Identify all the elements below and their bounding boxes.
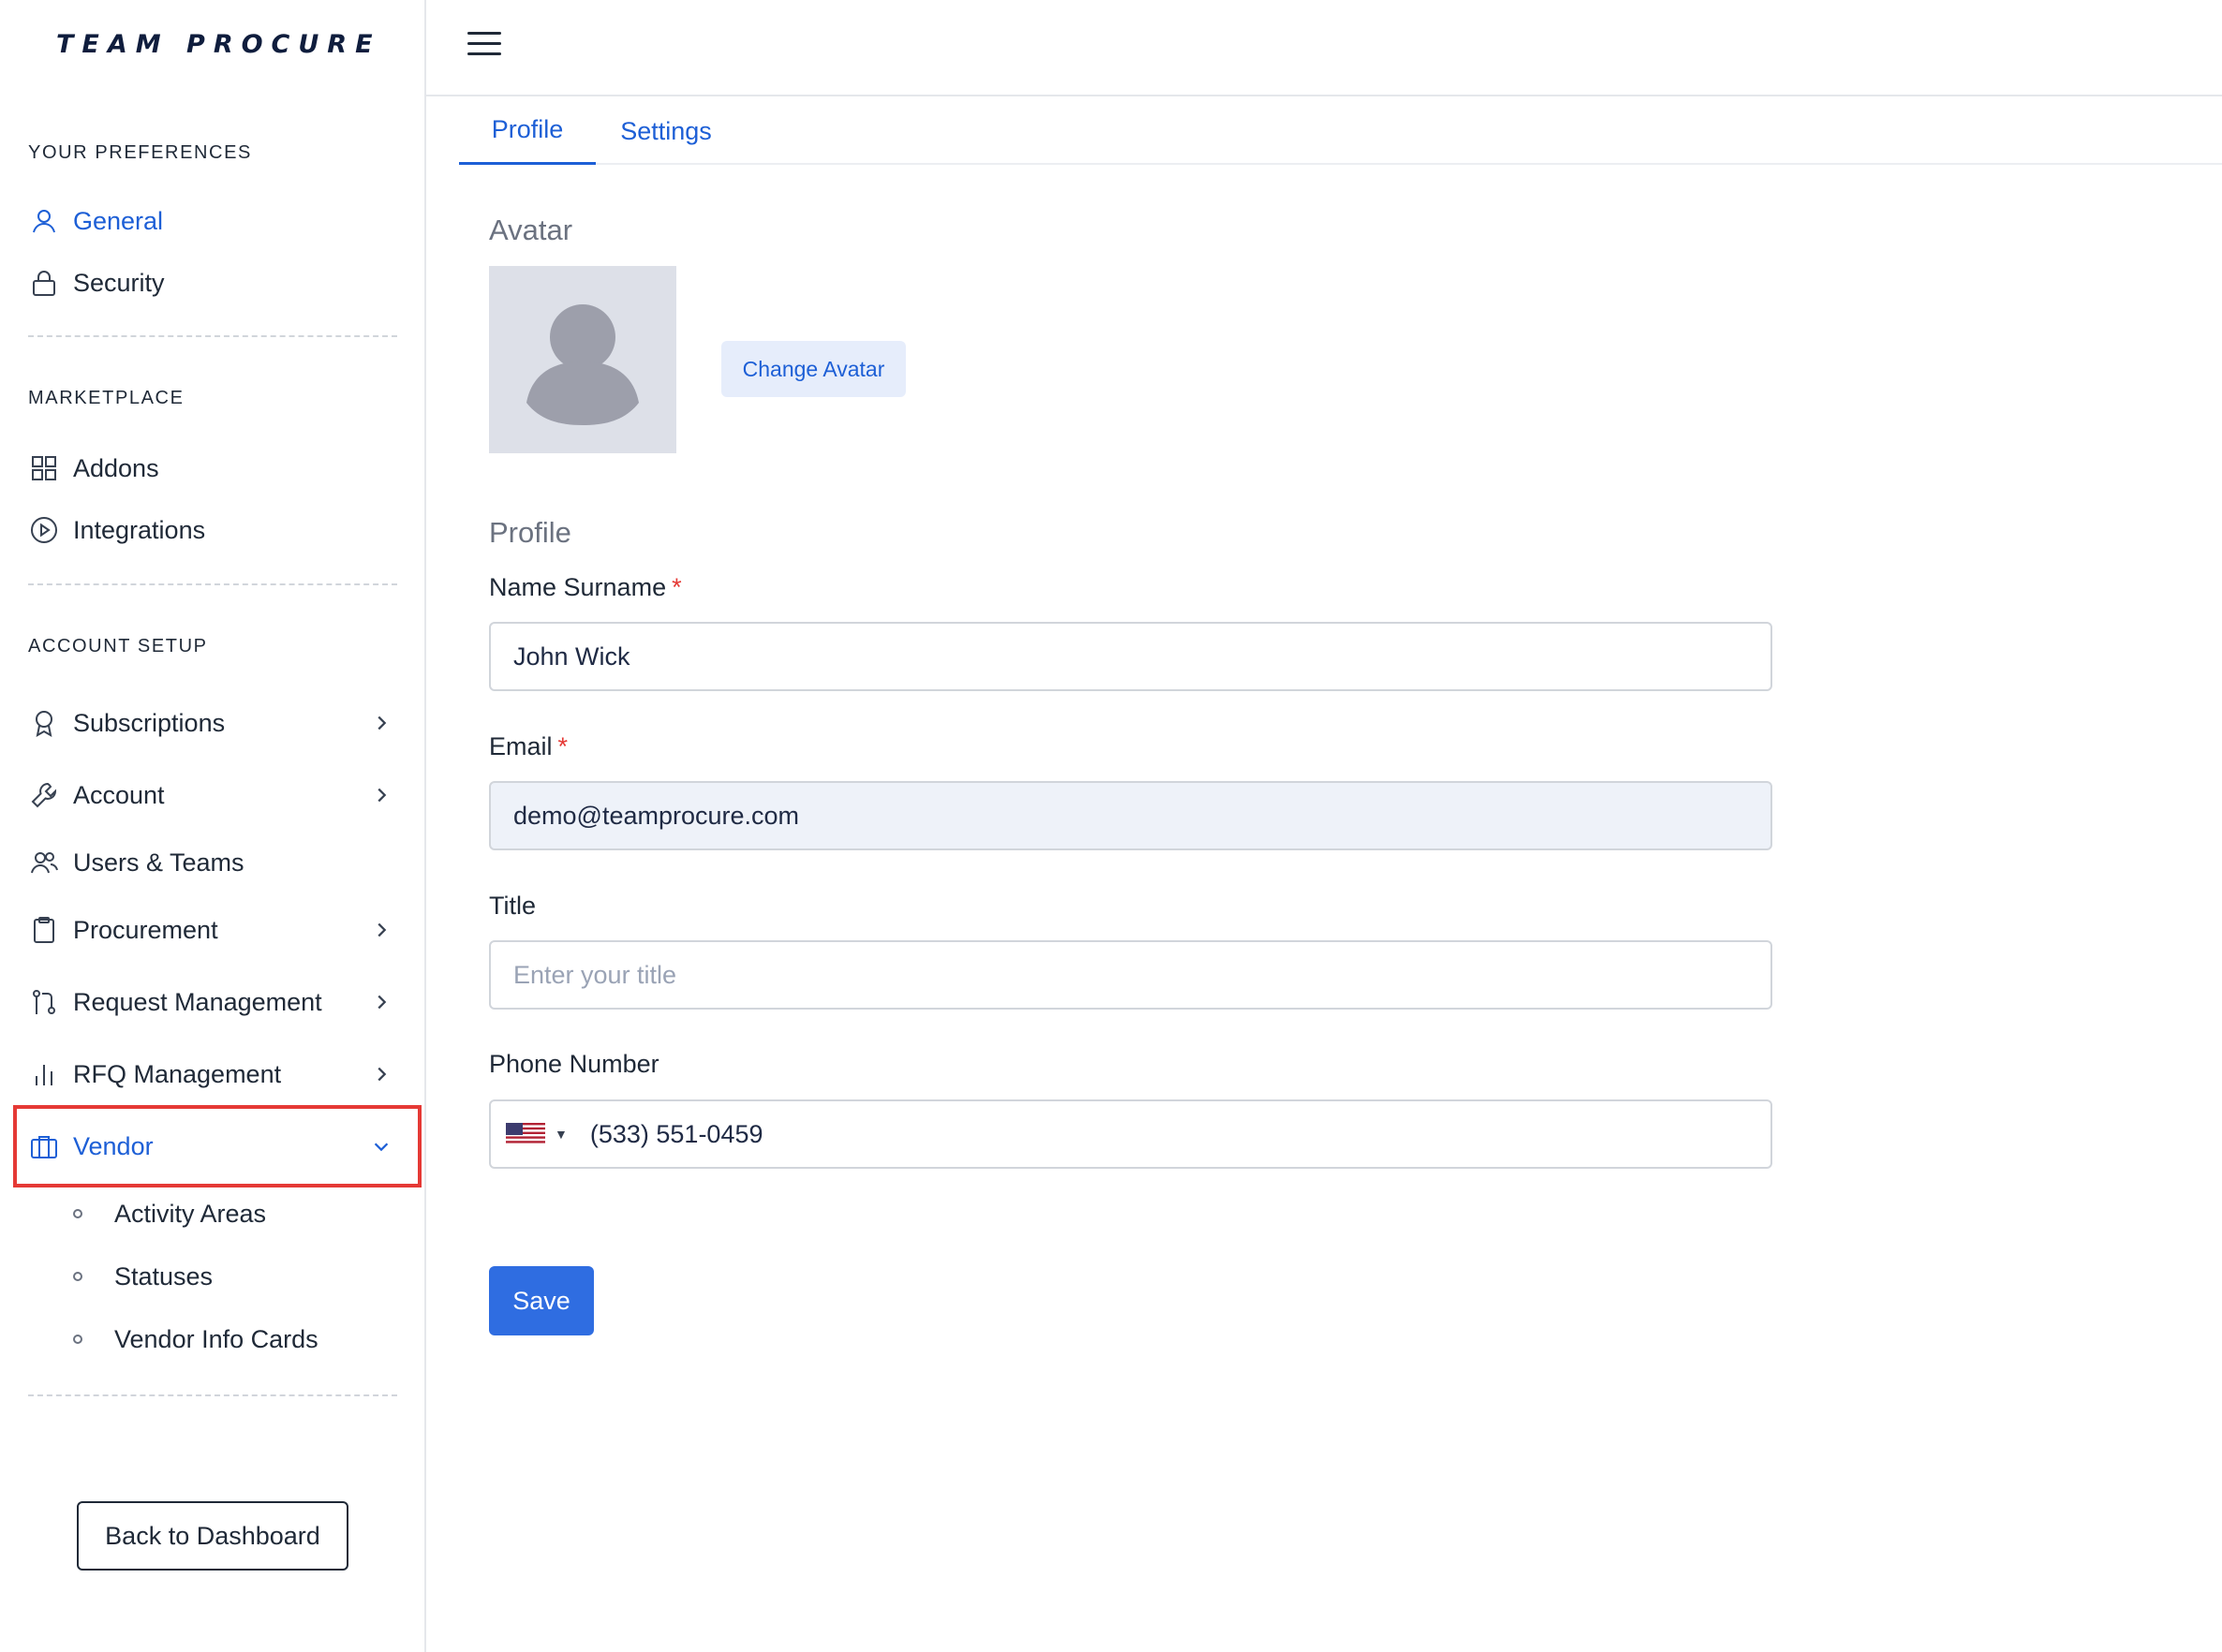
chevron-right-icon xyxy=(369,783,393,807)
name-label-text: Name Surname xyxy=(489,573,667,601)
sidebar-subitem-statuses[interactable]: Statuses xyxy=(73,1256,213,1297)
sidebar-item-label: Procurement xyxy=(73,915,218,944)
brand-logo: TEAM PROCURE xyxy=(56,30,381,59)
sidebar-item-label: Integrations xyxy=(73,515,206,544)
sidebar-item-addons[interactable]: Addons xyxy=(28,446,397,491)
play-circle-icon xyxy=(28,514,60,546)
chevron-right-icon xyxy=(369,711,393,735)
user-icon xyxy=(28,205,60,237)
name-label: Name Surname * xyxy=(489,573,682,602)
lock-icon xyxy=(28,267,60,299)
sidebar-item-request-management[interactable]: Request Management xyxy=(28,980,397,1025)
sidebar-item-label: General xyxy=(73,206,164,235)
tab-profile[interactable]: Profile xyxy=(459,97,596,165)
grid-icon xyxy=(28,452,60,484)
sidebar-item-integrations[interactable]: Integrations xyxy=(28,508,397,553)
wrench-icon xyxy=(28,779,60,811)
sidebar-item-label: Addons xyxy=(73,453,159,482)
divider xyxy=(28,1394,397,1396)
phone-label: Phone Number xyxy=(489,1050,659,1078)
required-mark: * xyxy=(672,573,682,601)
sidebar-item-rfq-management[interactable]: RFQ Management xyxy=(28,1052,397,1097)
section-title-marketplace: MARKETPLACE xyxy=(28,388,185,408)
save-button[interactable]: Save xyxy=(489,1266,594,1335)
sidebar-subitem-label: Vendor Info Cards xyxy=(114,1324,318,1353)
app: TEAM PROCURE YOUR PREFERENCES General Se… xyxy=(0,0,2222,1652)
caret-down-icon: ▼ xyxy=(555,1127,568,1142)
sidebar-item-subscriptions[interactable]: Subscriptions xyxy=(28,701,397,745)
sidebar-subitem-vendor-info-cards[interactable]: Vendor Info Cards xyxy=(73,1319,318,1360)
sidebar-item-general[interactable]: General xyxy=(28,199,397,243)
email-field[interactable] xyxy=(489,781,1772,850)
award-icon xyxy=(28,707,60,739)
chevron-down-icon xyxy=(369,1134,393,1158)
users-icon xyxy=(28,847,60,878)
sidebar-item-label: Security xyxy=(73,268,165,297)
chevron-right-icon xyxy=(369,918,393,942)
sidebar-item-label: Vendor xyxy=(73,1131,154,1160)
sidebar-item-label: RFQ Management xyxy=(73,1059,282,1088)
country-code-select[interactable]: ▼ xyxy=(506,1123,568,1145)
sidebar-item-procurement[interactable]: Procurement xyxy=(28,907,397,952)
git-pull-request-icon xyxy=(28,986,60,1018)
briefcase-icon xyxy=(28,1130,60,1162)
avatar-heading: Avatar xyxy=(489,214,573,246)
change-avatar-button[interactable]: Change Avatar xyxy=(721,341,906,397)
sidebar-item-users-teams[interactable]: Users & Teams xyxy=(28,840,397,885)
sidebar-subitem-label: Activity Areas xyxy=(114,1199,267,1228)
sidebar-item-label: Account xyxy=(73,780,165,809)
sidebar-item-label: Subscriptions xyxy=(73,708,226,737)
hamburger-menu-icon[interactable] xyxy=(467,32,501,60)
divider xyxy=(28,583,397,585)
back-to-dashboard-button[interactable]: Back to Dashboard xyxy=(77,1501,348,1571)
email-label: Email * xyxy=(489,732,568,761)
avatar xyxy=(489,266,676,453)
sidebar-item-label: Users & Teams xyxy=(73,848,244,877)
sidebar-item-vendor[interactable]: Vendor xyxy=(28,1124,397,1169)
sidebar: TEAM PROCURE YOUR PREFERENCES General Se… xyxy=(0,0,426,1652)
sidebar-subitem-activity-areas[interactable]: Activity Areas xyxy=(73,1193,266,1234)
section-title-account-setup: ACCOUNT SETUP xyxy=(28,636,208,656)
title-field[interactable] xyxy=(489,940,1772,1010)
phone-number-input[interactable] xyxy=(587,1118,1770,1150)
section-title-preferences: YOUR PREFERENCES xyxy=(28,142,252,163)
phone-field: ▼ xyxy=(489,1099,1772,1169)
email-label-text: Email xyxy=(489,732,553,760)
bar-chart-icon xyxy=(28,1058,60,1090)
us-flag-icon xyxy=(506,1123,545,1145)
clipboard-icon xyxy=(28,914,60,946)
bullet-icon xyxy=(73,1335,82,1344)
title-label: Title xyxy=(489,892,537,920)
chevron-right-icon xyxy=(369,1062,393,1086)
sidebar-item-account[interactable]: Account xyxy=(28,773,397,818)
divider xyxy=(28,335,397,337)
sidebar-subitem-label: Statuses xyxy=(114,1261,214,1291)
sidebar-item-security[interactable]: Security xyxy=(28,260,397,305)
tab-bar: Profile Settings xyxy=(459,97,2222,165)
bullet-icon xyxy=(73,1209,82,1218)
required-mark: * xyxy=(557,732,569,760)
sidebar-item-label: Request Management xyxy=(73,987,322,1016)
top-bar xyxy=(426,0,2222,96)
profile-heading: Profile xyxy=(489,516,571,549)
tab-settings[interactable]: Settings xyxy=(611,97,721,165)
name-surname-field[interactable] xyxy=(489,622,1772,691)
bullet-icon xyxy=(73,1272,82,1281)
avatar-placeholder-icon xyxy=(526,304,639,425)
chevron-right-icon xyxy=(369,990,393,1014)
